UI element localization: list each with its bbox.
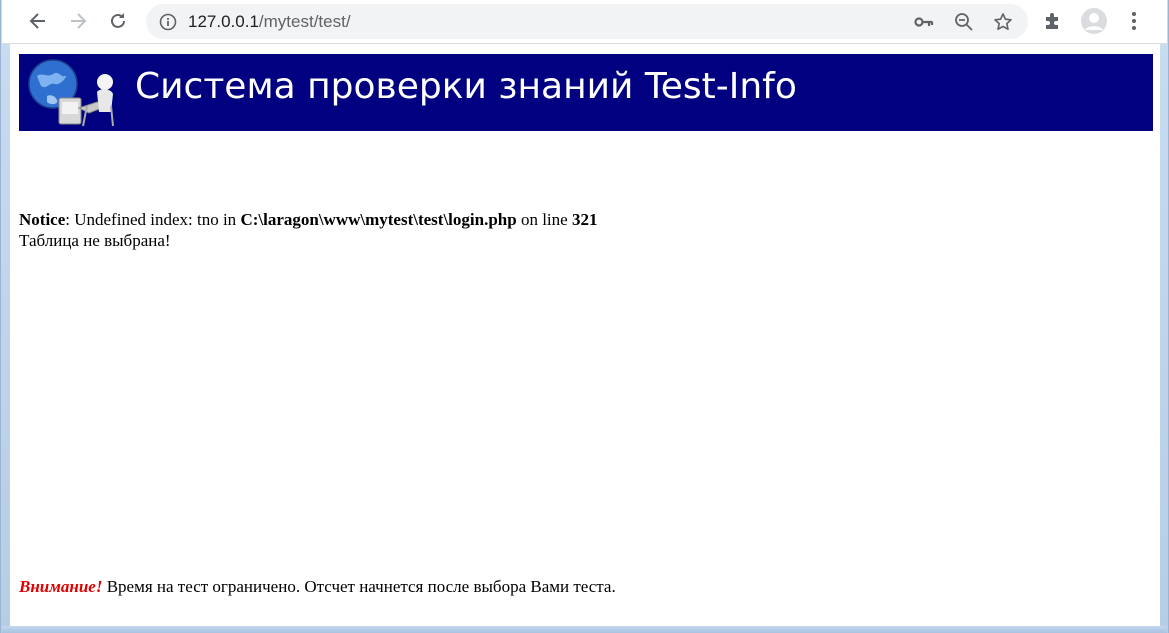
extensions-button[interactable] <box>1038 6 1068 36</box>
browser-window: 127.0.0.1/mytest/test/ Система проверки … <box>0 0 1169 633</box>
notice-line-number: 321 <box>571 210 598 229</box>
reload-button[interactable] <box>103 6 133 36</box>
time-limit-warning: Внимание! Время на тест ограничено. Отсч… <box>19 577 616 597</box>
arrow-right-icon <box>71 13 87 29</box>
key-icon[interactable] <box>914 13 934 31</box>
star-icon[interactable] <box>993 12 1013 32</box>
menu-button[interactable] <box>1119 6 1149 36</box>
window-bottom-border <box>2 626 1167 633</box>
profile-button[interactable] <box>1079 6 1109 36</box>
site-banner: Система проверки знаний Test-Info <box>19 54 1153 131</box>
puzzle-icon <box>1046 13 1058 29</box>
notice-message: : Undefined index: tno in <box>65 210 241 229</box>
reload-icon <box>111 13 125 28</box>
back-button[interactable] <box>23 6 53 36</box>
address-bar[interactable]: 127.0.0.1/mytest/test/ <box>146 4 1028 39</box>
site-title: Система проверки знаний Test-Info <box>135 66 797 107</box>
page-content: Система проверки знаний Test-Info Notice… <box>10 44 1160 626</box>
url-path: /mytest/test/ <box>258 12 351 31</box>
table-status-text: Таблица не выбрана! <box>19 231 171 250</box>
kebab-menu-icon <box>1132 12 1136 30</box>
arrow-left-icon <box>29 13 45 29</box>
url-host: 127.0.0.1 <box>188 12 259 31</box>
php-notice: Notice: Undefined index: tno in C:\larag… <box>19 209 597 251</box>
avatar-icon <box>1081 8 1107 34</box>
warning-text: Время на тест ограничено. Отсчет начнетс… <box>102 577 616 596</box>
browser-toolbar: 127.0.0.1/mytest/test/ <box>2 0 1167 44</box>
url-text[interactable]: 127.0.0.1/mytest/test/ <box>188 12 351 32</box>
notice-on-line: on line <box>516 210 572 229</box>
globe-computer-logo-icon <box>28 59 114 127</box>
attention-label: Внимание! <box>19 577 103 596</box>
zoom-out-icon[interactable] <box>954 12 974 32</box>
notice-file: C:\laragon\www\mytest\test\login.php <box>240 210 517 229</box>
forward-button[interactable] <box>63 6 93 36</box>
info-icon[interactable] <box>159 13 177 31</box>
notice-label: Notice <box>19 210 66 229</box>
